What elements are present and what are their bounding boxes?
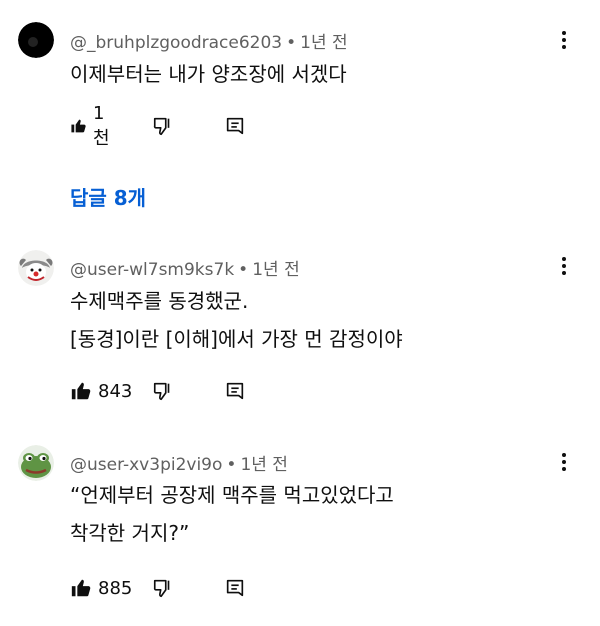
avatar-frog-icon [18,445,54,481]
avatar-black-icon [18,22,54,58]
avatar[interactable] [18,445,54,481]
thumbs-up-icon [71,579,91,597]
author-name[interactable]: @_bruhplzgoodrace6203 [70,33,282,53]
comment-line: 착각한 거지?” [70,521,190,545]
comment-2: @user-wl7sm9ks7k • 1년 전 수제맥주를 동경했군. [동경]이란… [0,230,600,410]
comment-time: 1년 전 [240,455,288,475]
comment-meta: @user-xv3pi2vi9o • 1년 전 [70,450,288,475]
comment-line: 이제부터는 내가 양조장에 서겠다 [70,62,347,86]
meta-separator: • [286,33,297,53]
comment-meta: @_bruhplzgoodrace6203 • 1년 전 [70,28,348,53]
reply-icon [226,382,244,400]
reply-icon [226,117,244,135]
comment-3: @user-xv3pi2vi9o • 1년 전 “언제부터 공장제 맥주를 먹고있었… [0,428,600,626]
thumbs-up-icon [71,119,86,133]
comment-text: “언제부터 공장제 맥주를 먹고있었다고 착각한 거지?” [70,476,394,552]
like-count: 885 [98,577,133,599]
comment-line: “언제부터 공장제 맥주를 먹고있었다고 [70,483,394,507]
meta-separator: • [226,455,237,475]
view-replies-link[interactable]: 답글 8개 [70,182,146,211]
comment-meta: @user-wl7sm9ks7k • 1년 전 [70,255,300,280]
like-count: 843 [98,380,133,402]
comment-1: @_bruhplzgoodrace6203 • 1년 전 이제부터는 내가 양조장에… [0,0,600,170]
thumbs-down-icon [153,579,170,598]
like-button[interactable]: 885 [70,575,132,601]
more-options-button[interactable] [552,28,576,52]
avatar[interactable] [18,22,54,58]
kebab-icon [562,257,566,275]
comment-time: 1년 전 [252,260,300,280]
reply-button[interactable] [224,113,246,139]
reply-button[interactable] [224,378,246,404]
author-name[interactable]: @user-wl7sm9ks7k [70,260,234,280]
more-options-button[interactable] [552,254,576,278]
thumbs-up-icon [71,382,91,400]
thumbs-down-icon [153,382,170,401]
comment-line: 수제맥주를 동경했군. [70,289,249,313]
kebab-icon [562,31,566,49]
dislike-button[interactable] [152,575,174,601]
meta-separator: • [238,260,249,280]
comment-line: [동경]이란 [이해]에서 가장 먼 감정이야 [70,327,403,351]
avatar-clown-icon [18,250,54,286]
comment-time: 1년 전 [300,33,348,53]
kebab-icon [562,453,566,471]
comment-text: 수제맥주를 동경했군. [동경]이란 [이해]에서 가장 먼 감정이야 [70,282,403,358]
author-name[interactable]: @user-xv3pi2vi9o [70,455,222,475]
like-count: 1천 [92,102,110,149]
like-button[interactable]: 1천 [70,103,115,149]
dislike-button[interactable] [152,113,174,139]
reply-button[interactable] [224,575,246,601]
comment-text: 이제부터는 내가 양조장에 서겠다 [70,55,347,93]
more-options-button[interactable] [552,450,576,474]
dislike-button[interactable] [152,378,174,404]
like-button[interactable]: 843 [70,378,132,404]
thumbs-down-icon [153,117,170,136]
avatar[interactable] [18,250,54,286]
reply-icon [226,579,244,597]
